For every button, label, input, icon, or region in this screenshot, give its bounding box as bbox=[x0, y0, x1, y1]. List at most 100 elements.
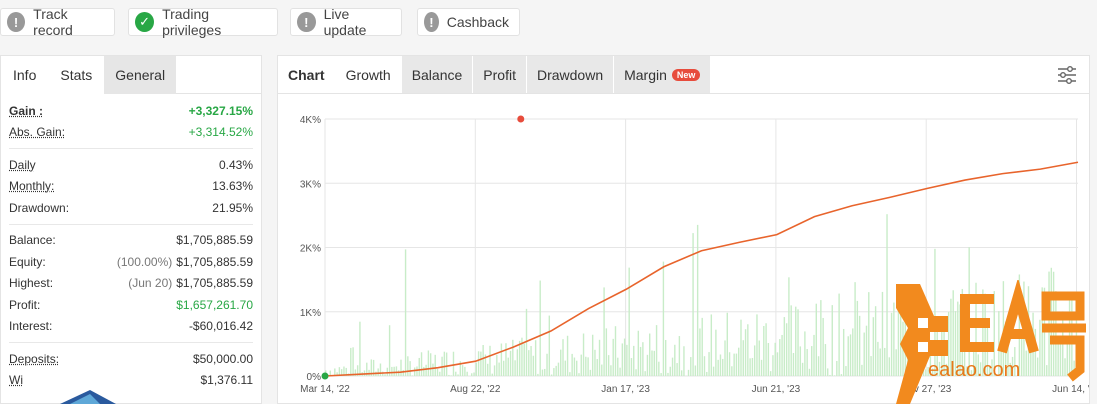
profit-bar bbox=[587, 357, 589, 376]
profit-bar bbox=[452, 351, 455, 376]
profit-bar bbox=[512, 339, 514, 376]
profit-bar bbox=[443, 351, 446, 376]
profit-bar bbox=[432, 363, 434, 376]
profit-bar bbox=[706, 371, 708, 376]
profit-bar bbox=[398, 370, 400, 376]
profit-bar bbox=[505, 343, 507, 376]
profit-bar bbox=[635, 369, 637, 376]
new-badge: New bbox=[671, 68, 701, 81]
tab-growth[interactable]: Growth bbox=[335, 56, 402, 93]
stat-label[interactable]: Monthly: bbox=[9, 179, 54, 193]
badge-label: Live update bbox=[323, 6, 367, 38]
stat-label[interactable]: Daily bbox=[9, 158, 36, 172]
profit-bar bbox=[664, 340, 667, 376]
tab-drawdown[interactable]: Drawdown bbox=[526, 56, 615, 93]
tab-profit[interactable]: Profit bbox=[473, 56, 527, 93]
profit-bar bbox=[724, 340, 726, 376]
profit-bar bbox=[464, 366, 466, 376]
profit-bar bbox=[776, 352, 779, 376]
profit-bar bbox=[487, 363, 489, 376]
tab-balance[interactable]: Balance bbox=[401, 56, 474, 93]
tab-chart[interactable]: Chart bbox=[278, 56, 336, 93]
badge-cashback[interactable]: ! Cashback bbox=[417, 8, 520, 36]
profit-bar bbox=[480, 351, 482, 376]
stat-daily: Daily 0.43% bbox=[9, 154, 253, 176]
profit-bar bbox=[820, 300, 822, 376]
profit-bar bbox=[852, 328, 854, 376]
stat-label: Profit: bbox=[9, 297, 41, 312]
stat-label: Interest: bbox=[9, 319, 53, 334]
stat-profit: Profit: $1,657,261.70 bbox=[9, 294, 253, 316]
badge-track-record[interactable]: ! Track record bbox=[0, 6, 115, 38]
profit-bar bbox=[578, 373, 580, 376]
stat-gain: Gain : +3,327.15% bbox=[9, 100, 253, 122]
chart-tabs: Chart Growth Balance Profit Drawdown Mar… bbox=[278, 56, 1089, 94]
profit-bar bbox=[434, 354, 436, 376]
profit-bar bbox=[569, 372, 571, 376]
settings-sliders-icon[interactable] bbox=[1057, 65, 1077, 85]
profit-bar bbox=[649, 333, 651, 376]
profit-bar bbox=[614, 326, 617, 376]
stat-value: 21.95% bbox=[212, 200, 253, 215]
tab-info[interactable]: Info bbox=[1, 56, 49, 94]
profit-bar bbox=[491, 373, 493, 376]
profit-bar bbox=[475, 362, 477, 376]
y-tick-label: 3K% bbox=[300, 179, 321, 190]
profit-bar bbox=[548, 315, 551, 376]
profit-bar bbox=[779, 339, 781, 376]
status-badges: ! Track record ✓ Trading privileges ! Li… bbox=[0, 6, 1097, 38]
profit-bar bbox=[840, 374, 843, 376]
profit-bar bbox=[550, 374, 553, 376]
profit-bar bbox=[436, 368, 439, 376]
profit-bar bbox=[630, 358, 633, 376]
profit-bar bbox=[589, 369, 592, 376]
profit-bar bbox=[564, 360, 566, 376]
profit-bar bbox=[502, 360, 505, 376]
stats-tabs: Info Stats General bbox=[1, 56, 261, 94]
profit-bar bbox=[471, 373, 473, 376]
stat-label[interactable]: Abs. Gain: bbox=[9, 125, 65, 139]
profit-bar bbox=[651, 350, 653, 376]
profit-bar bbox=[678, 336, 681, 376]
tab-stats[interactable]: Stats bbox=[48, 56, 105, 94]
profit-bar bbox=[708, 352, 710, 376]
profit-bar bbox=[359, 321, 361, 376]
profit-bar bbox=[612, 338, 614, 376]
stat-value: $50,000.00 bbox=[192, 351, 253, 366]
profit-bar bbox=[489, 345, 491, 376]
profit-bar bbox=[783, 317, 786, 376]
profit-bar bbox=[621, 343, 624, 376]
badge-live-update[interactable]: ! Live update bbox=[290, 6, 402, 38]
profit-bar bbox=[644, 371, 646, 376]
profit-bar bbox=[350, 347, 352, 376]
profit-bar bbox=[712, 366, 715, 376]
profit-bar bbox=[676, 363, 678, 376]
profit-bar bbox=[719, 354, 722, 376]
profit-bar bbox=[751, 357, 754, 376]
profit-bar bbox=[671, 357, 674, 376]
profit-bar bbox=[662, 261, 665, 376]
stat-abs-gain: Abs. Gain: +3,314.52% bbox=[9, 122, 253, 144]
divider bbox=[9, 223, 253, 225]
profit-bar bbox=[674, 344, 676, 376]
profit-bar bbox=[756, 314, 758, 376]
profit-bar bbox=[500, 343, 503, 376]
profit-bar bbox=[861, 364, 863, 376]
profit-bar bbox=[532, 355, 535, 376]
profit-bar bbox=[477, 351, 480, 376]
profit-bar bbox=[386, 367, 389, 376]
stat-value: $1,705,885.59 bbox=[176, 233, 253, 248]
profit-bar bbox=[658, 361, 660, 376]
stat-label[interactable]: Wi bbox=[9, 373, 23, 387]
badge-label: Cashback bbox=[446, 14, 509, 30]
profit-bar bbox=[418, 357, 420, 376]
chart-marker bbox=[517, 115, 525, 123]
profit-bar bbox=[738, 347, 740, 376]
profit-bar bbox=[836, 360, 838, 376]
stat-label[interactable]: Deposits: bbox=[9, 352, 59, 366]
tab-margin[interactable]: Margin New bbox=[614, 56, 712, 93]
profit-bar bbox=[715, 329, 717, 376]
tab-general[interactable]: General bbox=[104, 56, 177, 94]
badge-trading-privileges[interactable]: ✓ Trading privileges bbox=[128, 6, 278, 38]
stat-label[interactable]: Gain : bbox=[9, 104, 43, 118]
